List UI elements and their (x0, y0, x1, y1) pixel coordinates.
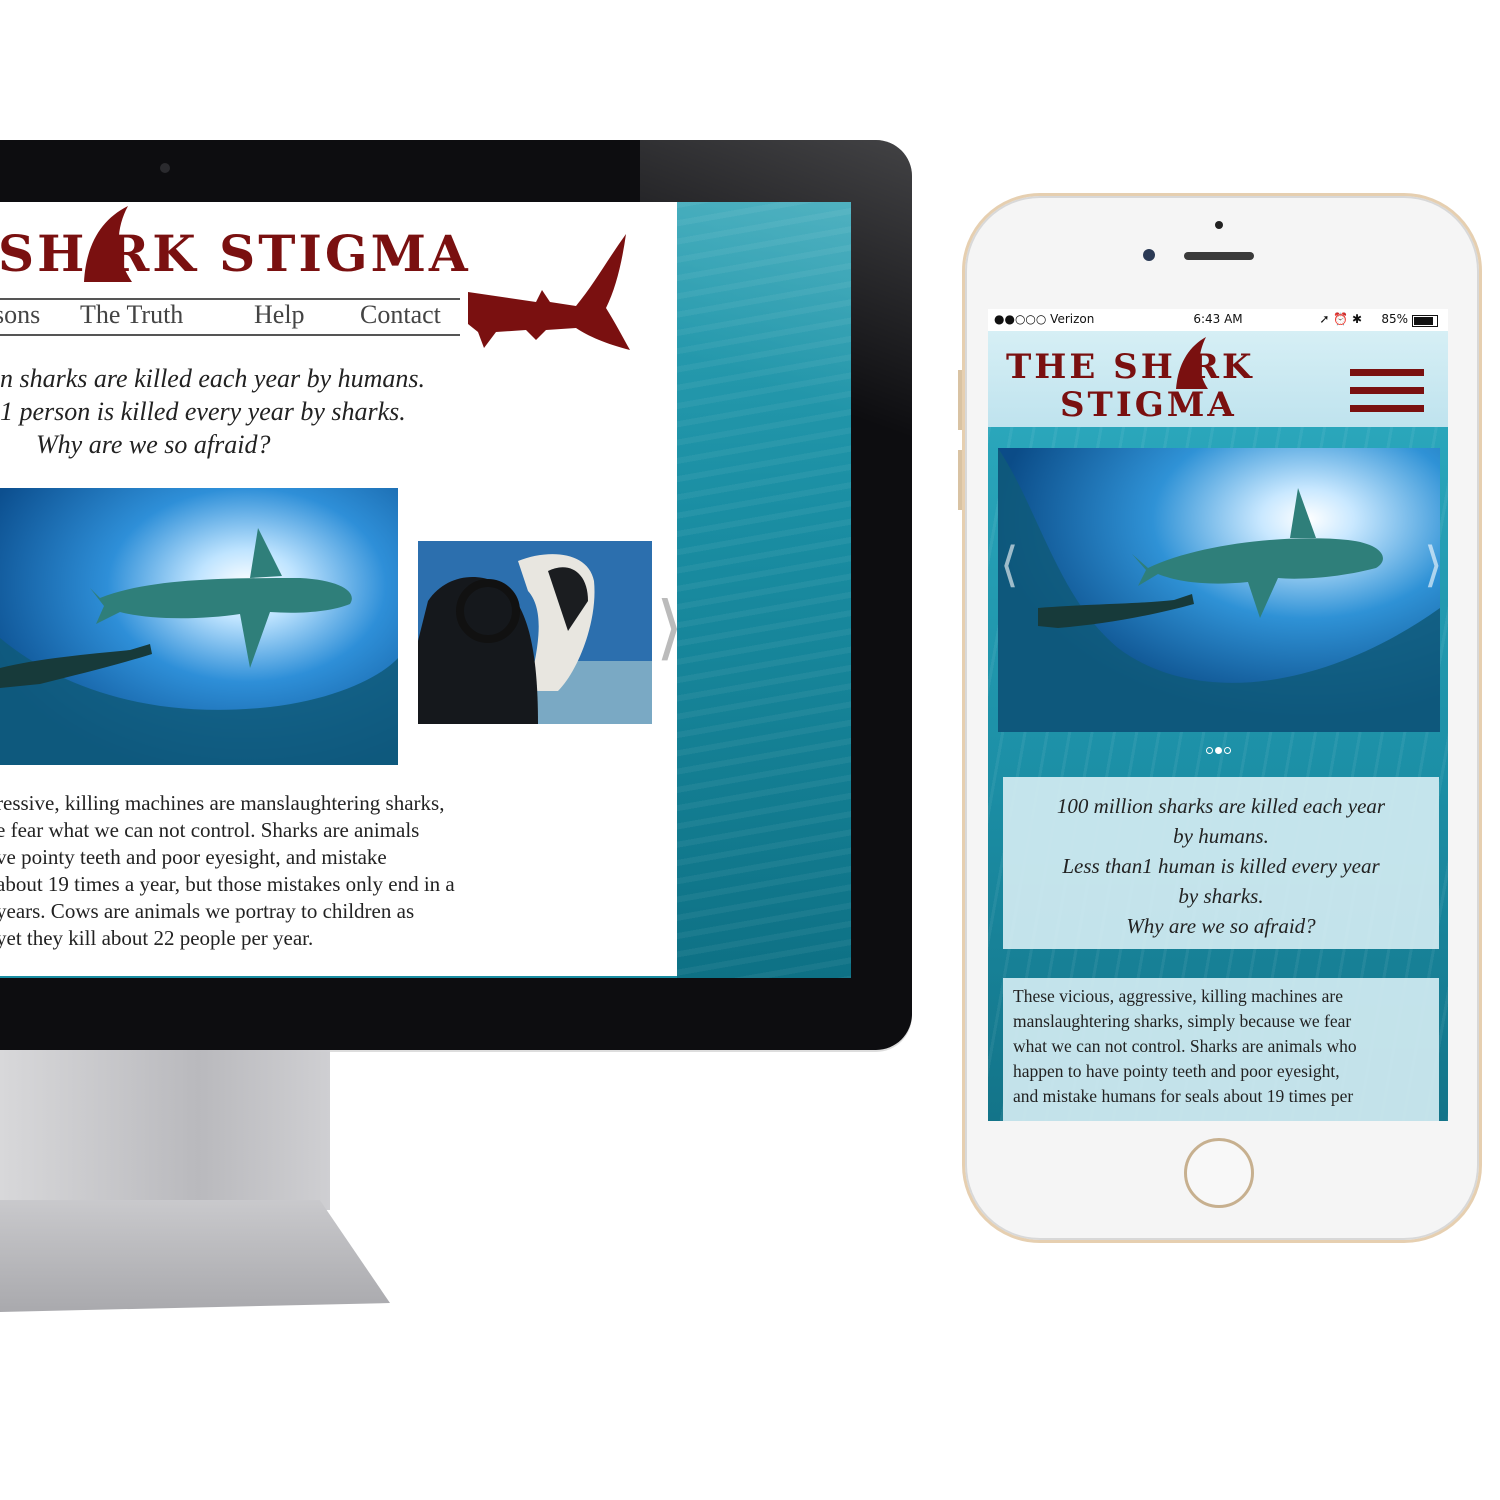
body-line: e fear what we can not control. Sharks a… (0, 818, 420, 842)
phone-front-camera (1143, 249, 1155, 261)
tagline-line: Why are we so afraid? (1126, 914, 1316, 938)
tagline-line: n sharks are killed each year by humans. (0, 364, 426, 393)
hero-shark-image (0, 488, 398, 765)
tagline-line: by humans. (1173, 824, 1269, 848)
status-time: 6:43 AM (1193, 312, 1243, 326)
carousel-dots[interactable] (988, 739, 1448, 758)
tagline: n sharks are killed each year by humans.… (0, 362, 480, 461)
nav-item-contact[interactable]: Contact (360, 300, 441, 330)
shark-logo-icon (468, 234, 630, 350)
body-line: ressive, killing machines are manslaught… (0, 791, 445, 815)
body-line: manslaughtering sharks, simply because w… (1013, 1011, 1352, 1031)
carousel-dot[interactable] (1214, 747, 1222, 754)
body-line: ve pointy teeth and poor eyesight, and m… (0, 845, 387, 869)
carousel-dot[interactable] (1205, 747, 1213, 754)
body-line: years. Cows are animals we portray to ch… (0, 899, 415, 923)
hamburger-menu-icon[interactable] (1350, 369, 1424, 417)
tagline-line: by sharks. (1178, 884, 1264, 908)
monitor-camera (160, 163, 170, 173)
body-line: about 19 times a year, but those mistake… (0, 872, 455, 896)
monitor-stand-base (0, 1200, 390, 1312)
shark-fin-icon (84, 206, 132, 282)
phone-title-line2[interactable]: STIGMA (1060, 385, 1237, 425)
carousel-next-arrow[interactable]: ⟩ (656, 592, 683, 662)
monitor-sheen (640, 140, 912, 540)
home-button[interactable] (1184, 1138, 1254, 1208)
diver-shark-image (418, 541, 652, 724)
monitor-stand-neck (0, 1050, 330, 1210)
site-title[interactable]: SH RK STIGMA (0, 224, 471, 283)
carousel-prev-arrow[interactable]: ⟨ (1000, 537, 1019, 593)
screen-divider (0, 976, 677, 978)
nav-item-help[interactable]: Help (254, 300, 305, 330)
phone-screen: ●●○○○ Verizon 6:43 AM 85% ➚ ⏰ ✱ THE SH R… (988, 309, 1448, 1121)
carousel-dot[interactable] (1223, 747, 1231, 754)
body-line: yet they kill about 22 people per year. (0, 926, 314, 950)
tagline-line: Less than1 human is killed every year (1062, 854, 1380, 878)
tagline-line: 1 person is killed every year by sharks. (0, 397, 406, 426)
phone-hero-slide (998, 448, 1440, 732)
nav-item-the-truth[interactable]: The Truth (80, 300, 183, 330)
phone-sensor (1215, 221, 1223, 229)
carousel-next-arrow[interactable]: ⟩ (1424, 537, 1443, 593)
body-line: happen to have pointy teeth and poor eye… (1013, 1061, 1340, 1081)
body-line: and mistake humans for seals about 19 ti… (1013, 1086, 1354, 1106)
tagline-line: Why are we so afraid? (36, 430, 271, 459)
tagline-line: 100 million sharks are killed each year (1056, 794, 1386, 818)
battery-level-fill (1414, 317, 1433, 325)
phone-speaker (1184, 252, 1254, 260)
shark-fin-icon (1176, 337, 1208, 389)
phone-title-line1[interactable]: THE SH RK (1006, 347, 1255, 387)
location-alarm-bluetooth-icon: ➚ ⏰ ✱ (1319, 312, 1362, 326)
nav-item-reasons[interactable]: sons (0, 300, 40, 330)
body-line: what we can not control. Sharks are anim… (1013, 1036, 1357, 1056)
nav-bar: sons The Truth Help Contact (0, 298, 460, 336)
status-bar: ●●○○○ Verizon 6:43 AM 85% ➚ ⏰ ✱ (988, 309, 1448, 331)
phone-header: THE SH RK STIGMA (988, 331, 1448, 427)
battery-icon (1412, 315, 1438, 327)
battery-percent: 85% (1381, 312, 1408, 326)
phone-tagline-box: 100 million sharks are killed each year … (1003, 777, 1439, 949)
body-text: ressive, killing machines are manslaught… (0, 790, 596, 952)
phone-body-text: These vicious, aggressive, killing machi… (1003, 978, 1439, 1121)
body-line: These vicious, aggressive, killing machi… (1013, 986, 1343, 1006)
